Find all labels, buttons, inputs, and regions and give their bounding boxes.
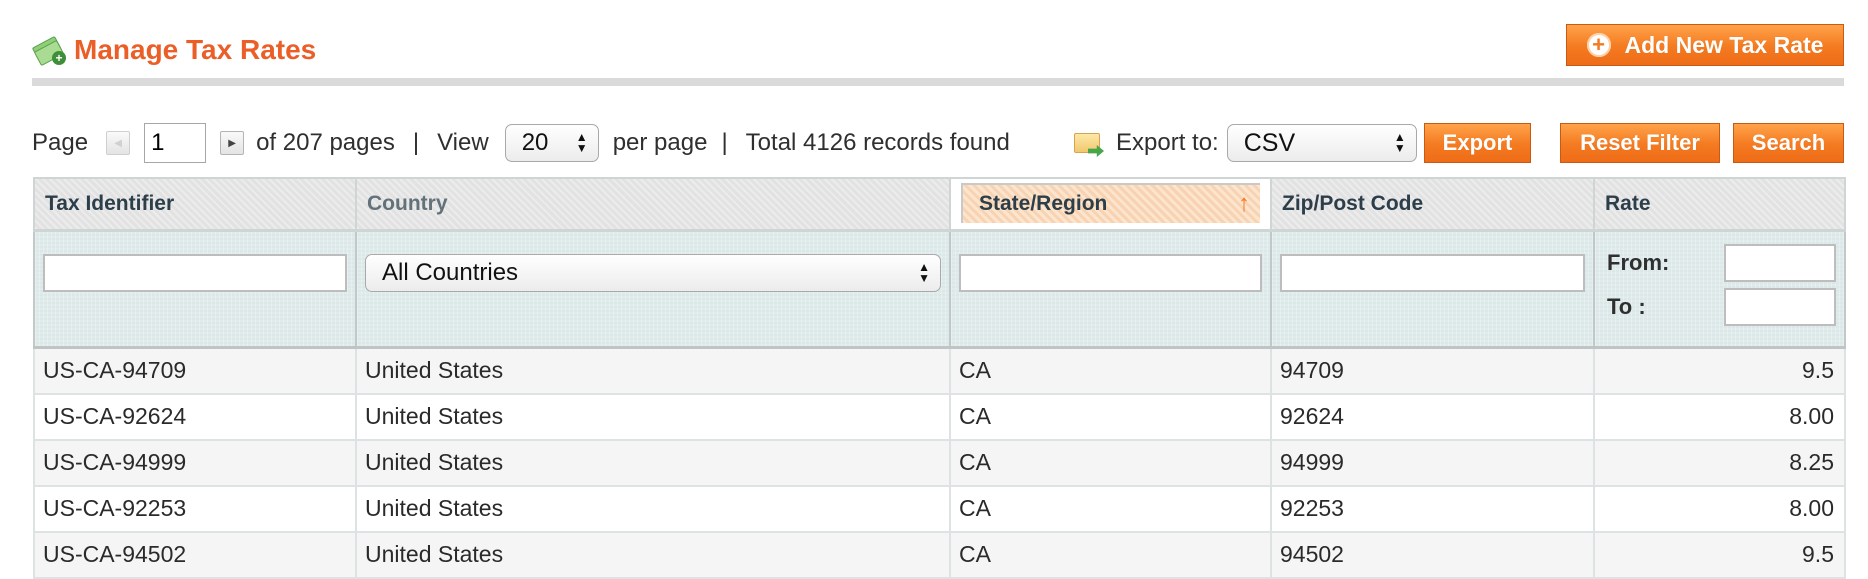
column-label: Country xyxy=(367,192,448,215)
select-updown-icon: ▲ ▼ xyxy=(918,260,930,285)
select-updown-icon: ▲ ▼ xyxy=(575,130,588,155)
per-page-value: 20 xyxy=(521,129,549,156)
cell-zip-post-code: 94502 xyxy=(1270,530,1595,579)
column-header-country[interactable]: Country xyxy=(355,177,951,232)
money-add-icon: + xyxy=(31,35,66,67)
rate-to-label: To : xyxy=(1607,294,1646,319)
sort-ascending-icon: ↑ xyxy=(1238,190,1250,217)
cell-tax-identifier: US-CA-94999 xyxy=(33,438,357,487)
export-format-select[interactable]: CSV ▲ ▼ xyxy=(1226,124,1417,162)
table-row[interactable]: US-CA-94709 United States CA 94709 9.5 xyxy=(33,346,1846,395)
next-page-button[interactable]: ▶ xyxy=(220,131,245,155)
export-to-label: Export to: xyxy=(1116,129,1219,156)
view-label: View xyxy=(437,129,489,156)
cell-zip-post-code: 94999 xyxy=(1270,438,1595,487)
column-header-tax-identifier[interactable]: Tax Identifier xyxy=(33,177,357,232)
arrow-left-icon: ◀ xyxy=(114,137,122,149)
state-region-filter-input[interactable] xyxy=(959,254,1262,292)
zip-post-code-filter-input[interactable] xyxy=(1280,254,1585,292)
tax-rates-grid: Tax Identifier Country State/Region ↑ Zi… xyxy=(33,177,1846,579)
country-filter-value: All Countries xyxy=(382,259,519,286)
column-header-rate[interactable]: Rate xyxy=(1593,177,1846,232)
column-label: Zip/Post Code xyxy=(1282,192,1424,215)
country-filter-select[interactable]: All Countries ▲ ▼ xyxy=(365,254,941,292)
export-area: Export to: CSV ▲ ▼ xyxy=(1074,122,1417,164)
cell-rate: 8.00 xyxy=(1593,392,1846,441)
arrow-right-icon: ▶ xyxy=(228,137,236,149)
column-header-zip-post-code[interactable]: Zip/Post Code xyxy=(1270,177,1595,232)
cell-country: United States xyxy=(355,530,951,579)
pager-toolbar: Page ◀ ▶ of 207 pages | View 20 ▲▼ per p… xyxy=(32,122,1010,164)
header-divider xyxy=(32,78,1844,86)
table-row[interactable]: US-CA-94999 United States CA 94999 8.25 xyxy=(33,438,1846,487)
search-button[interactable]: Search xyxy=(1733,123,1844,163)
rate-from-label: From: xyxy=(1607,250,1670,275)
table-row[interactable]: US-CA-92253 United States CA 92253 8.00 xyxy=(33,484,1846,533)
header-row: Tax Identifier Country State/Region ↑ Zi… xyxy=(33,177,1846,232)
cell-state-region: CA xyxy=(949,484,1272,533)
rate-to-input[interactable] xyxy=(1724,288,1836,326)
cell-state-region: CA xyxy=(949,438,1272,487)
export-format-value: CSV xyxy=(1243,128,1296,157)
tax-identifier-filter-input[interactable] xyxy=(43,254,347,292)
cell-zip-post-code: 92624 xyxy=(1270,392,1595,441)
column-header-state-region[interactable]: State/Region ↑ xyxy=(949,177,1272,232)
page-number-input[interactable] xyxy=(144,123,207,163)
cell-rate: 8.00 xyxy=(1593,484,1846,533)
cell-tax-identifier: US-CA-94502 xyxy=(33,530,357,579)
cell-country: United States xyxy=(355,346,951,395)
folder-export-icon xyxy=(1074,129,1104,157)
per-page-label: per page xyxy=(612,129,708,156)
page-header: + Manage Tax Rates xyxy=(31,28,317,72)
export-button[interactable]: Export xyxy=(1424,123,1531,163)
cell-rate: 9.5 xyxy=(1593,346,1846,395)
select-updown-icon: ▲ ▼ xyxy=(1393,130,1406,155)
cell-state-region: CA xyxy=(949,392,1272,441)
plus-circle-icon: + xyxy=(1586,33,1611,57)
page-title: Manage Tax Rates xyxy=(74,34,317,65)
per-page-select[interactable]: 20 ▲ ▼ xyxy=(504,124,599,162)
cell-rate: 8.25 xyxy=(1593,438,1846,487)
cell-tax-identifier: US-CA-92253 xyxy=(33,484,357,533)
column-label: Tax Identifier xyxy=(45,192,175,215)
add-new-tax-rate-label: Add New Tax Rate xyxy=(1624,31,1824,58)
total-pages-text: of 207 pages xyxy=(256,129,395,156)
cell-tax-identifier: US-CA-94709 xyxy=(33,346,357,395)
cell-country: United States xyxy=(355,392,951,441)
separator: | xyxy=(412,129,420,156)
reset-filter-button[interactable]: Reset Filter xyxy=(1560,123,1720,163)
separator: | xyxy=(721,129,728,156)
rate-from-input[interactable] xyxy=(1724,244,1836,282)
cell-zip-post-code: 94709 xyxy=(1270,346,1595,395)
table-row[interactable]: US-CA-92624 United States CA 92624 8.00 xyxy=(33,392,1846,441)
add-new-tax-rate-button[interactable]: + Add New Tax Rate xyxy=(1566,24,1844,66)
column-label: State/Region xyxy=(979,192,1108,215)
previous-page-button[interactable]: ◀ xyxy=(106,131,131,155)
cell-state-region: CA xyxy=(949,530,1272,579)
cell-tax-identifier: US-CA-92624 xyxy=(33,392,357,441)
cell-state-region: CA xyxy=(949,346,1272,395)
page-label: Page xyxy=(32,129,89,156)
column-label: Rate xyxy=(1605,192,1651,215)
cell-country: United States xyxy=(355,484,951,533)
total-records-text: Total 4126 records found xyxy=(745,129,1010,156)
filter-row: All Countries ▲ ▼ From: To : xyxy=(33,229,1846,349)
cell-country: United States xyxy=(355,438,951,487)
cell-rate: 9.5 xyxy=(1593,530,1846,579)
cell-zip-post-code: 92253 xyxy=(1270,484,1595,533)
table-row[interactable]: US-CA-94502 United States CA 94502 9.5 xyxy=(33,530,1846,579)
